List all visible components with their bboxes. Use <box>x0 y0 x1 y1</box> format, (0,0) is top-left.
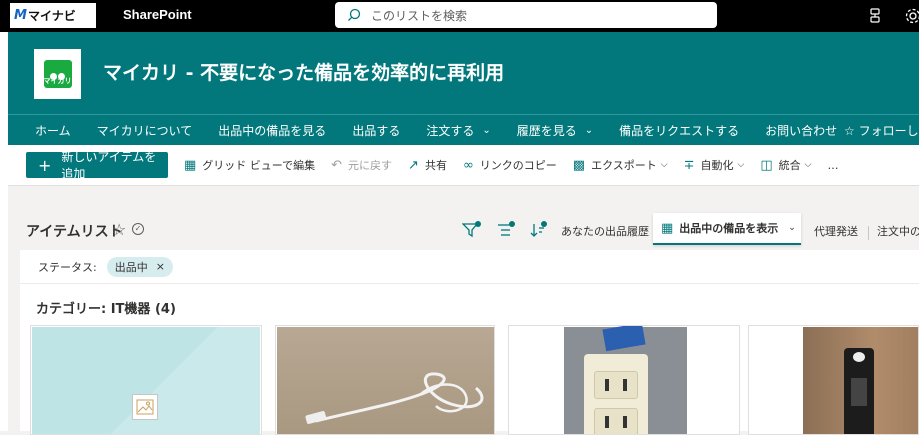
star-icon: ☆ <box>844 124 855 138</box>
site-logo[interactable]: マイカリ <box>34 49 81 99</box>
site-header: マイカリ マイカリ - 不要になった備品を効率的に再利用 ホーム マイカリについ… <box>8 32 919 145</box>
gear-icon[interactable] <box>903 6 919 26</box>
nav-item-label: 備品をリクエストする <box>619 122 739 139</box>
group-header[interactable]: カテゴリー: IT機器 (4) <box>36 298 176 317</box>
site-navigation: ホーム マイカリについて 出品中の備品を見る 出品する 注文する ⌄ 履歴を見る ⌄… <box>8 114 919 145</box>
chevron-down-icon: ⌵ <box>738 160 745 170</box>
view-tab-orders[interactable]: 注文中の <box>877 223 919 239</box>
automate-button[interactable]: ∓ 自動化 ⌵ <box>684 157 745 173</box>
device-body <box>844 348 874 435</box>
chevron-down-icon: ⌄ <box>482 125 490 136</box>
undo-button[interactable]: ↶ 元に戻す <box>331 157 392 173</box>
search-icon <box>347 8 361 22</box>
command-bar: + 新しいアイテムを追加 ▦ グリッド ビューで編集 ↶ 元に戻す ↗ 共有 ∞ リンク… <box>8 145 919 186</box>
brand-name: マイナビ <box>28 7 76 24</box>
integrate-button[interactable]: ◫ 統合 ⌵ <box>760 157 811 173</box>
nav-item-label: 出品中の備品を見る <box>218 122 326 139</box>
site-logo-mark: マイカリ <box>44 60 72 88</box>
app-name-link[interactable]: SharePoint <box>123 7 192 22</box>
grid-edit-button[interactable]: ▦ グリッド ビューで編集 <box>184 157 315 173</box>
image-placeholder-icon <box>132 394 158 420</box>
search-input[interactable]: このリストを検索 <box>371 7 467 24</box>
new-item-button[interactable]: + 新しいアイテムを追加 <box>26 152 168 178</box>
chevron-down-icon: ⌄ <box>788 223 796 233</box>
view-tab-active[interactable]: ▦ 出品中の備品を表示 ⌄ <box>653 213 801 245</box>
export-label: エクスポート <box>591 157 657 173</box>
filter-pill-label: 出品中 <box>115 259 148 275</box>
sort-active-dot <box>541 221 547 227</box>
automate-label: 自動化 <box>701 157 734 173</box>
more-label: … <box>827 159 838 172</box>
nav-item-label: 履歴を見る <box>517 122 577 139</box>
group-active-dot <box>509 221 515 227</box>
favorite-star-icon[interactable]: ☆ <box>112 220 126 239</box>
nav-item-label: マイカリについて <box>97 122 193 139</box>
link-icon: ∞ <box>463 158 474 173</box>
list-header: アイテムリスト ☆ ✓ あなたの出品履歴 ▦ 出品中の備品を表示 ⌄ 代理発送 … <box>8 186 919 250</box>
nav-item-label: お問い合わせ <box>765 122 837 139</box>
share-label: 共有 <box>425 157 447 173</box>
share-icon: ↗ <box>408 158 419 173</box>
nav-item-label: 出品する <box>352 122 400 139</box>
close-icon[interactable]: × <box>156 260 165 273</box>
view-divider <box>868 226 869 240</box>
nav-item-contact[interactable]: お問い合わせ <box>752 122 850 139</box>
nav-item-home[interactable]: ホーム <box>22 122 84 139</box>
cable-photo-icon <box>276 326 495 435</box>
share-button[interactable]: ↗ 共有 <box>408 157 447 173</box>
plus-icon: + <box>38 156 51 175</box>
export-button[interactable]: ▩ エクスポート ⌵ <box>573 157 668 173</box>
item-card[interactable] <box>275 325 495 435</box>
chevron-down-icon: ⌄ <box>585 125 593 136</box>
nav-item-label: 注文する <box>426 122 474 139</box>
grid-edit-label: グリッド ビューで編集 <box>202 157 315 173</box>
undo-label: 元に戻す <box>348 157 392 173</box>
flow-icon: ∓ <box>684 158 695 173</box>
integrate-label: 統合 <box>779 157 801 173</box>
item-card[interactable] <box>748 325 919 435</box>
suite-bar: M マイナビ SharePoint このリストを検索 <box>0 0 919 32</box>
item-card[interactable] <box>508 325 740 435</box>
integrate-icon: ◫ <box>760 158 772 173</box>
follow-button[interactable]: ☆ フォローし <box>844 122 919 139</box>
filter-row: ステータス: 出品中 × <box>20 250 919 284</box>
follow-label: フォローし <box>859 124 919 138</box>
company-logo[interactable]: M マイナビ <box>10 3 96 28</box>
site-title[interactable]: マイカリ - 不要になった備品を効率的に再利用 <box>103 58 504 85</box>
chevron-down-icon: ⌵ <box>661 160 668 170</box>
nav-item-label: ホーム <box>35 122 71 139</box>
nav-item-request[interactable]: 備品をリクエストする <box>606 122 752 139</box>
new-item-label: 新しいアイテムを追加 <box>61 148 168 182</box>
filter-label: ステータス: <box>38 259 97 275</box>
share-network-icon[interactable] <box>866 6 886 26</box>
outlet-socket <box>594 371 638 399</box>
nav-item-about[interactable]: マイカリについて <box>84 122 206 139</box>
more-button[interactable]: … <box>827 159 838 172</box>
grid-icon: ▦ <box>184 158 196 173</box>
grid-view-icon: ▦ <box>661 221 673 236</box>
view-tab-your-history[interactable]: あなたの出品履歴 <box>561 223 649 239</box>
copy-link-label: リンクのコピー <box>480 157 557 173</box>
nav-item-sell[interactable]: 出品する <box>339 122 413 139</box>
brand-mark-icon: M <box>14 8 26 23</box>
view-tab-proxy[interactable]: 代理発送 <box>814 223 858 239</box>
nav-item-history[interactable]: 履歴を見る ⌄ <box>504 122 606 139</box>
active-view-label: 出品中の備品を表示 <box>679 220 778 236</box>
nav-item-order[interactable]: 注文する ⌄ <box>413 122 503 139</box>
item-card[interactable] <box>30 325 262 435</box>
search-box[interactable]: このリストを検索 <box>335 2 717 28</box>
undo-icon: ↶ <box>331 158 342 173</box>
list-title: アイテムリスト <box>26 221 123 241</box>
filter-pill[interactable]: 出品中 × <box>107 257 173 277</box>
chevron-down-icon: ⌵ <box>805 160 812 170</box>
left-edge <box>0 32 8 431</box>
status-check-icon[interactable]: ✓ <box>132 223 144 235</box>
list-content: ステータス: 出品中 × カテゴリー: IT機器 (4) <box>20 250 919 431</box>
copy-link-button[interactable]: ∞ リンクのコピー <box>463 157 557 173</box>
nav-item-browse[interactable]: 出品中の備品を見る <box>205 122 339 139</box>
excel-icon: ▩ <box>573 158 585 173</box>
filter-active-dot <box>475 221 481 227</box>
